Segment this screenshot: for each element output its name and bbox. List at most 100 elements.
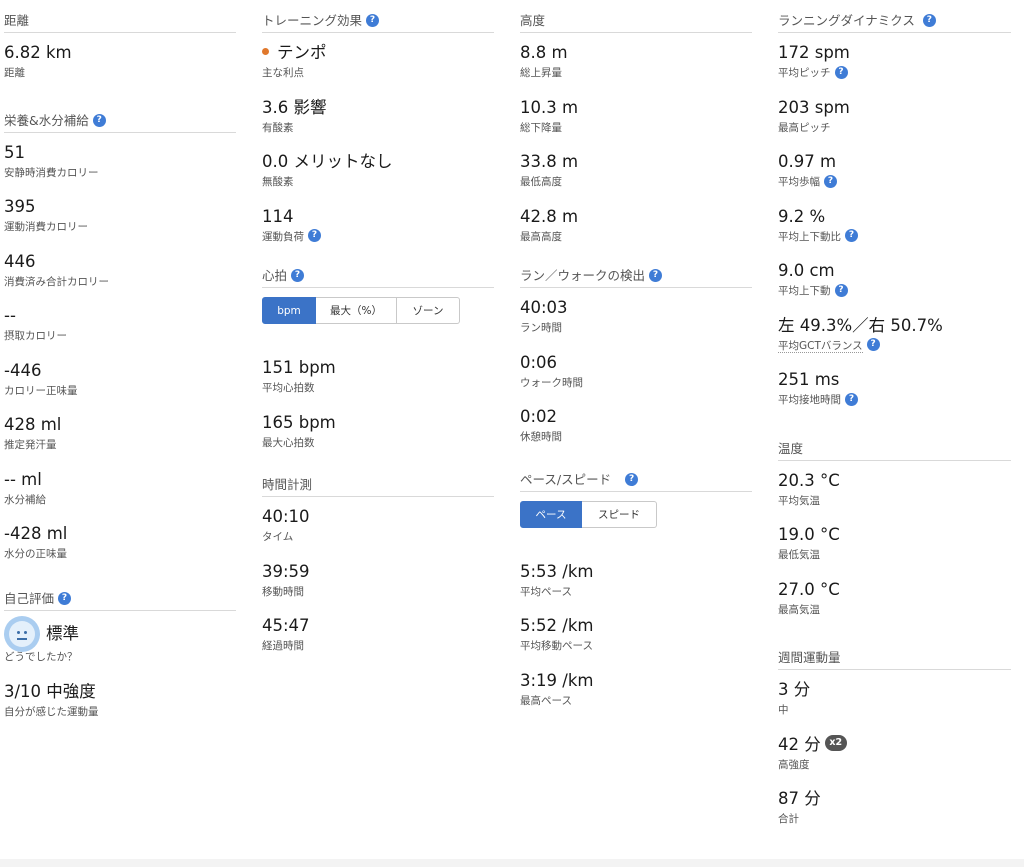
help-icon[interactable]: ? (58, 591, 72, 605)
column-1: 距離 6.82 km 距離 栄養&水分補給? 51 安静時消費カロリー 395 … (4, 0, 236, 727)
stat-label: 最高ピッチ (778, 121, 831, 134)
stat-value: 40:03 (520, 298, 568, 317)
stat-value: 0:06 (520, 352, 558, 372)
section-header-heart-rate: 心拍? (262, 269, 494, 288)
stat-intake-calories: -- 摂取カロリー (4, 296, 236, 351)
stat-time: 40:10 タイム (262, 497, 494, 552)
stat-avg-cadence: 172 spm 平均ピッチ? (778, 33, 1011, 88)
help-icon[interactable]: ? (845, 392, 858, 406)
activity-stats-page: 距離 6.82 km 距離 栄養&水分補給? 51 安静時消費カロリー 395 … (0, 0, 1024, 867)
help-icon[interactable]: ? (308, 229, 321, 242)
pace-section: ペース/スピード? ペース スピード 5:53 /km 平均ペース 5:52 /… (520, 471, 752, 716)
help-icon[interactable]: ? (845, 229, 858, 242)
column-4: ランニングダイナミクス? 172 spm 平均ピッチ? 203 spm 最高ピッ… (778, 0, 1011, 834)
stat-value: 45:47 (262, 616, 310, 635)
section-header-elevation: 高度 (520, 14, 752, 33)
temperature-section: 温度 20.3 °C 平均気温 19.0 °C 最低気温 27.0 °C 最高気… (778, 441, 1011, 625)
stat-value: テンポ (277, 43, 327, 62)
stat-run-time: 40:03 ラン時間 (520, 288, 752, 343)
stat-walk-time: 0:06 ウォーク時間 (520, 343, 752, 398)
stat-value: 9.2 % (778, 206, 826, 226)
stat-value: -446 (4, 360, 42, 380)
stat-label: 平均ピッチ (778, 67, 831, 79)
stat-label: 中 (778, 704, 789, 716)
stat-vertical-ratio: 9.2 % 平均上下動比? (778, 197, 1011, 252)
stat-value: 40:10 (262, 507, 310, 526)
tab-zones[interactable]: ゾーン (397, 297, 460, 324)
stat-value: 10.3 m (520, 97, 579, 117)
stat-value: 27.0 °C (778, 579, 840, 599)
help-icon[interactable]: ? (834, 65, 848, 79)
self-evaluation-section: 自己評価? 標準 どうでしたか？ 3/10 中強度 自分が感じた運動量 (4, 591, 236, 728)
section-title: ペース/スピード (520, 471, 612, 487)
stat-label-row: 平均上下動比? (778, 229, 1011, 244)
stat-total-minutes: 87 分 合計 (778, 779, 1011, 834)
stat-total-ascent: 8.8 m 総上昇量 (520, 33, 752, 88)
stat-avg-stride: 0.97 m 平均歩幅? (778, 142, 1011, 197)
stat-value: 39:59 (262, 561, 310, 581)
stat-perceived-effort: 3/10 中強度 自分が感じた運動量 (4, 673, 236, 728)
tab-bpm[interactable]: bpm (262, 297, 316, 324)
stat-label: 経過時間 (262, 640, 304, 652)
help-icon[interactable]: ? (366, 14, 380, 27)
help-icon[interactable]: ? (291, 269, 305, 282)
tab-speed[interactable]: スピード (582, 500, 657, 528)
stat-distance: 6.82 km 距離 (4, 33, 236, 88)
stat-net-fluid: -428 ml 水分の正味量 (4, 514, 236, 569)
section-header-timing: 時間計測 (262, 478, 494, 497)
neutral-face-icon[interactable] (4, 616, 40, 652)
stat-label: 水分の正味量 (4, 548, 67, 560)
stat-value: 左 49.3%／右 50.7% (778, 315, 943, 335)
section-title: ランニングダイナミクス (778, 13, 915, 28)
help-icon[interactable]: ? (649, 269, 663, 282)
help-icon[interactable]: ? (92, 113, 106, 127)
help-icon[interactable]: ? (625, 472, 639, 486)
section-title: トレーニング効果 (262, 13, 363, 28)
stat-resting-calories: 51 安静時消費カロリー (4, 133, 236, 188)
stat-value: 8.8 m (520, 43, 568, 62)
stat-label: 水分補給 (4, 493, 46, 506)
training-load-label-row: 運動負荷? (262, 229, 494, 244)
tab-max-percent[interactable]: 最大（%） (316, 297, 397, 324)
stat-vertical-oscillation: 9.0 cm 平均上下動? (778, 251, 1011, 306)
stat-value: 3:19 /km (520, 670, 594, 690)
stat-label: ラン時間 (520, 322, 562, 334)
stat-value: 19.0 °C (778, 525, 840, 544)
stat-label: ウォーク時間 (520, 376, 583, 389)
section-header-temperature: 温度 (778, 441, 1011, 461)
section-title: 栄養&水分補給 (4, 112, 89, 128)
tab-pace[interactable]: ペース (520, 500, 582, 528)
help-icon[interactable]: ? (866, 338, 880, 351)
multiplier-badge: x2 (824, 735, 847, 751)
section-header-nutrition: 栄養&水分補給? (4, 112, 236, 133)
stat-label-row: 平均ピッチ? (778, 65, 1011, 80)
stat-value: 0:02 (520, 407, 558, 426)
vigorous-row: 42 分 x2 (778, 734, 1011, 755)
heart-rate-section: 心拍? bpm 最大（%） ゾーン 151 bpm 平均心拍数 165 bpm … (262, 269, 494, 457)
section-header-training: トレーニング効果? (262, 14, 494, 33)
heart-rate-unit-toggle: bpm 最大（%） ゾーン (262, 297, 494, 324)
help-icon[interactable]: ? (834, 283, 848, 297)
stat-label: タイム (262, 531, 294, 543)
stat-rest-time: 0:02 休憩時間 (520, 397, 752, 452)
stat-label-row: 平均歩幅? (778, 174, 1011, 189)
timing-section: 時間計測 40:10 タイム 39:59 移動時間 45:47 経過時間 (262, 478, 494, 661)
page-bottom-strip (0, 859, 1024, 867)
stat-label: 摂取カロリー (4, 330, 67, 342)
section-title: 距離 (4, 13, 30, 28)
column-2: トレーニング効果? テンポ 主な利点 3.6 影響 有酸素 0.0 メリットなし… (262, 0, 494, 661)
stat-label-row: 平均接地時間? (778, 392, 1011, 407)
stat-label: 最高気温 (778, 603, 820, 616)
stat-value: 151 bpm (262, 358, 336, 377)
stat-active-calories: 395 運動消費カロリー (4, 187, 236, 242)
stat-value: -428 ml (4, 524, 68, 543)
section-title: ラン／ウォークの検出 (520, 268, 646, 283)
help-icon[interactable]: ? (922, 14, 936, 27)
face-inner (9, 621, 35, 647)
stat-value: -- (4, 306, 16, 325)
stat-min-elevation: 33.8 m 最低高度 (520, 142, 752, 197)
help-icon[interactable]: ? (824, 174, 837, 188)
stat-label: どうでしたか？ (4, 651, 78, 663)
stat-label: 休憩時間 (520, 431, 562, 443)
